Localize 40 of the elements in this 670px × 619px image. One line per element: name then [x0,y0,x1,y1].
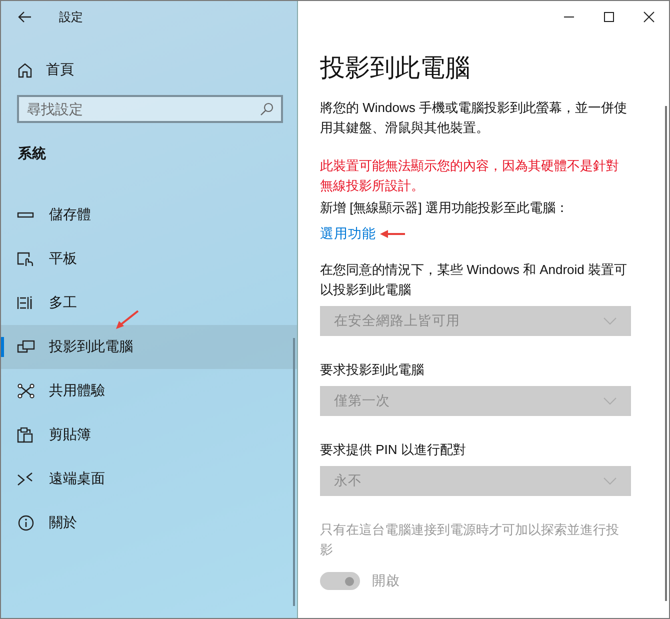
instruction-text: 新增 [無線顯示器] 選用功能投影至此電腦： [320,199,570,217]
setting-label: 在您同意的情況下，某些 Windows 和 Android 裝置可以投影到此電腦 [320,261,628,299]
setting-label: 要求提供 PIN 以進行配對 [320,441,467,459]
sidebar-item[interactable]: 平板 [1,237,297,281]
scrollbar[interactable] [665,106,667,601]
warning-text: 此裝置可能無法顯示您的內容，因為其硬體不是針對無線投影所設計。 [320,157,620,195]
sidebar-item[interactable]: 剪貼簿 [1,413,297,457]
screens-icon [17,339,35,355]
description-text: 將您的 Windows 手機或電腦投影到此螢幕，並一併使用其鍵盤、滑鼠與其他裝置。 [320,99,628,137]
sidebar-item[interactable]: 投影到此電腦 [1,325,297,369]
info-icon [17,515,35,531]
chevron-down-icon [603,477,617,485]
close-icon [643,11,655,23]
nodes-icon [17,383,35,399]
clipboard-icon [17,427,35,443]
home-nav-item[interactable]: 首頁 [17,55,74,85]
maximize-icon [603,11,615,23]
chevrons-icon [17,471,35,487]
sidebar-item[interactable]: 共用體驗 [1,369,297,413]
home-icon [17,62,33,78]
sidebar-item[interactable]: 遠端桌面 [1,457,297,501]
annotation-arrow [380,229,406,239]
back-arrow-icon [18,11,32,23]
setting-label: 要求投影到此電腦 [320,361,425,379]
tablet-icon [17,251,35,267]
sidebar-item[interactable]: 關於 [1,501,297,545]
window-title: 設定 [59,8,83,26]
optional-features-link[interactable]: 選用功能 [320,225,376,243]
setting-label: 只有在這台電腦連接到電源時才可加以探索並進行投影 [320,521,620,559]
scrollbar[interactable] [293,338,295,606]
sidebar-item[interactable]: 儲存體 [1,193,297,237]
annotation-arrow [114,310,140,330]
search-field[interactable]: 尋找設定 [17,95,283,123]
chevron-down-icon [603,397,617,405]
sidebar-item[interactable]: 多工 [1,281,297,325]
search-icon [260,102,274,116]
page-title: 投影到此電腦 [320,53,471,84]
section-heading: 系統 [18,145,47,163]
chevron-down-icon [603,317,617,325]
toggle-state-text: 開啟 [372,572,400,590]
